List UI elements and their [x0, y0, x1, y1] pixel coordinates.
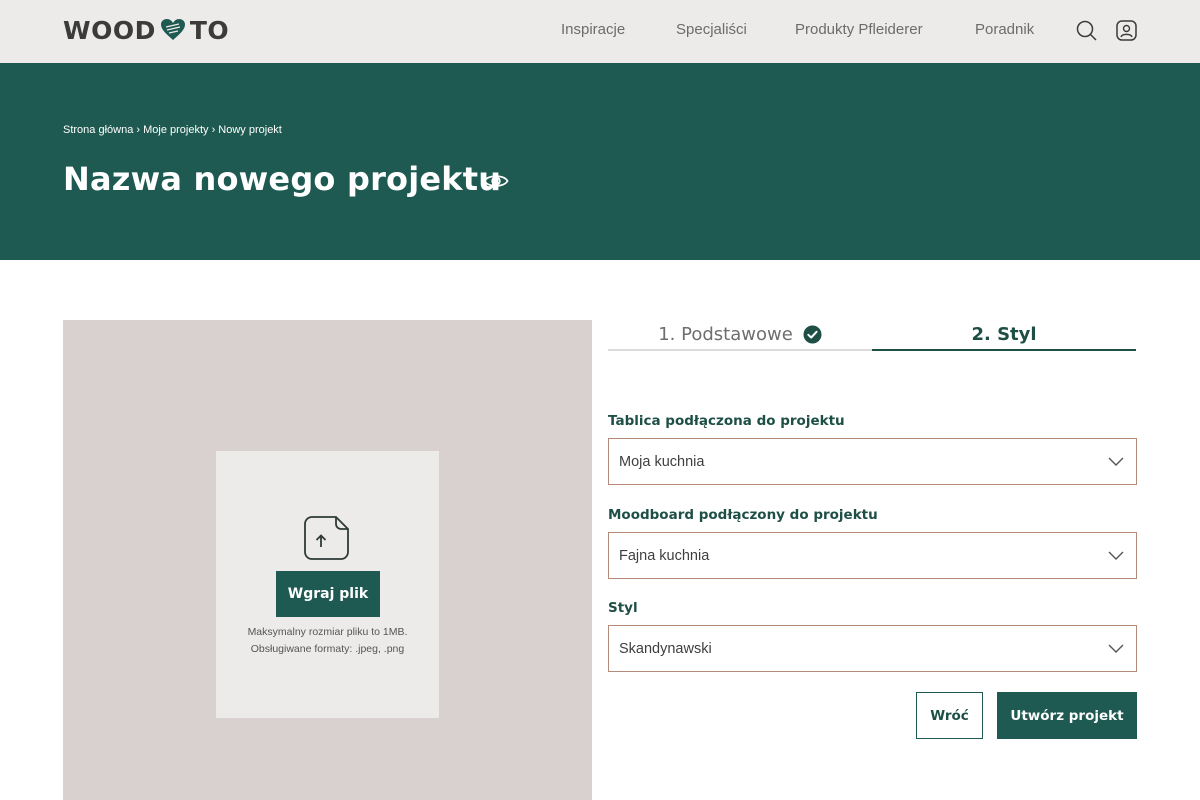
style-select[interactable]: Skandynawski [608, 625, 1137, 672]
search-icon[interactable] [1076, 20, 1097, 41]
back-button[interactable]: Wróć [916, 692, 983, 739]
tab-label: 1. Podstawowe [658, 324, 793, 345]
style-field-label: Styl [608, 600, 638, 616]
board-select-value: Moja kuchnia [619, 453, 705, 470]
nav-link-poradnik[interactable]: Poradnik [975, 21, 1034, 41]
style-select-value: Skandynawski [619, 640, 712, 657]
eye-icon[interactable] [483, 168, 509, 194]
upload-file-button[interactable]: Wgraj plik [276, 571, 380, 617]
nav-link-produkty[interactable]: Produkty Pfleiderer [795, 21, 923, 41]
chevron-down-icon [1108, 551, 1124, 560]
nav-link-inspiracje[interactable]: Inspiracje [561, 21, 625, 41]
logo-text-right: TO [189, 15, 230, 45]
page-title: Nazwa nowego projektu [63, 160, 502, 198]
chevron-down-icon [1108, 644, 1124, 653]
moodboard-field-label: Moodboard podłączony do projektu [608, 507, 878, 523]
heart-leaf-icon [160, 18, 186, 42]
nav-link-specjalisci[interactable]: Specjaliści [676, 21, 747, 41]
user-icon[interactable] [1116, 20, 1137, 41]
tab-label: 2. Styl [971, 324, 1037, 345]
chevron-down-icon [1108, 457, 1124, 466]
file-upload-icon [302, 514, 352, 562]
board-field-label: Tablica podłączona do projektu [608, 413, 845, 429]
logo-text-left: WOOD [63, 15, 156, 45]
tab-styl[interactable]: 2. Styl [872, 320, 1136, 351]
breadcrumb[interactable]: Strona główna › Moje projekty › Nowy pro… [63, 124, 282, 136]
upload-format-hint: Obsługiwane formaty: .jpeg, .png [250, 643, 405, 655]
board-select[interactable]: Moja kuchnia [608, 438, 1137, 485]
site-logo[interactable]: WOOD TO [63, 15, 229, 45]
moodboard-select[interactable]: Fajna kuchnia [608, 532, 1137, 579]
check-circle-icon [803, 325, 822, 344]
create-project-button[interactable]: Utwórz projekt [997, 692, 1137, 739]
moodboard-select-value: Fajna kuchnia [619, 547, 710, 564]
upload-size-hint: Maksymalny rozmiar pliku to 1MB. [247, 626, 408, 638]
tab-podstawowe[interactable]: 1. Podstawowe [608, 320, 872, 351]
